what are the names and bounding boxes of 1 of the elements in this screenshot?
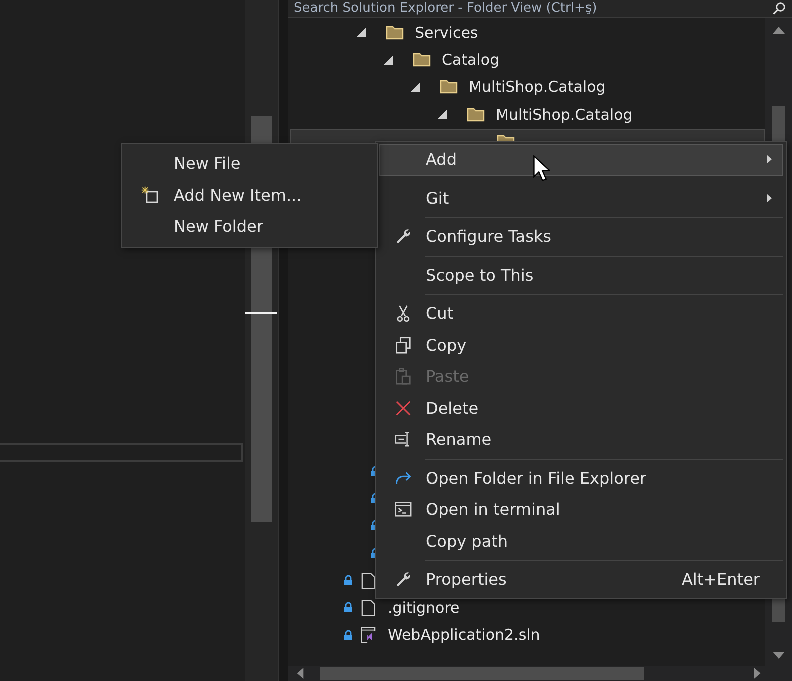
- shortcut-text: Alt+Enter: [682, 570, 760, 590]
